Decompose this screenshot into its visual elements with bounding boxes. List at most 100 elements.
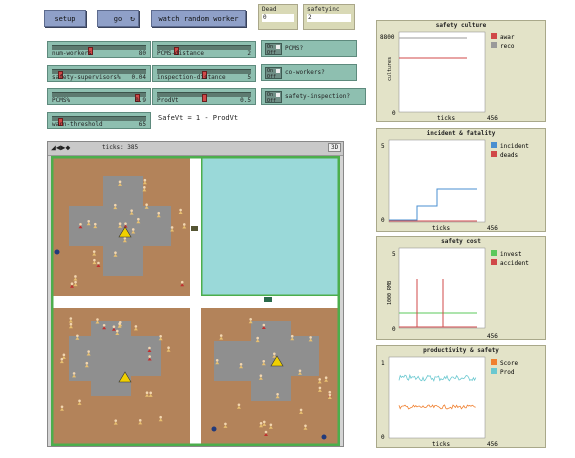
switch-off-label: Off [267,74,277,80]
slider-value: 0.9 [135,97,146,104]
slider-safety-supervisors[interactable]: safety-supervisors% 0.04 [47,65,151,82]
xmax-label: 456 [487,441,498,448]
watch-label: watch random worker [158,15,239,23]
xmax-label: 456 [487,225,498,232]
ymax-label: 5 [392,251,396,258]
switch-off-label: Off [267,50,277,56]
plot-area [398,31,486,113]
road-vertical-lower [190,308,201,446]
plot-area [388,139,486,223]
switch-handle[interactable] [276,45,280,49]
switch-off-label: Off [267,98,277,104]
legend-swatch [491,142,497,148]
ymin-label: 0 [381,217,385,224]
slider-value: 65 [138,121,146,128]
worker-icon [321,434,327,440]
legend-label: Prod [500,369,515,376]
slider-value: 80 [138,50,146,57]
legend-label: accident [500,260,529,267]
switch-handle[interactable] [276,93,280,97]
road-horizontal [51,296,340,308]
legend-swatch [491,368,497,374]
legend-label: reco [500,43,515,50]
slider-value: 0.5 [240,97,251,104]
monitor-safetyinc: safetyinc 2 [303,4,355,30]
vehicle-icon [191,226,198,231]
watch-random-worker-button[interactable]: watch random worker [151,10,246,27]
slider-knob[interactable] [202,94,207,102]
vehicle-icon [264,297,272,302]
xmax-label: 456 [487,115,498,122]
world-canvas[interactable] [51,156,340,446]
slider-value: 5 [247,74,251,81]
slider-label: PCMS-distance [157,50,204,57]
view-toolbar: ◢◀▶◆ ticks: 385 3D [48,142,343,156]
go-label: go [113,15,123,23]
legend-label: invest [500,251,522,258]
switch-co-workers[interactable]: On Off co-workers? [261,64,357,81]
water-area [201,156,340,296]
monitor-safetyinc-value: 2 [307,14,351,22]
switch-toggle[interactable]: On Off [265,67,282,80]
slider-value: 2 [247,50,251,57]
legend-swatch [491,42,497,48]
world-view[interactable]: ◢◀▶◆ ticks: 385 3D [47,141,344,447]
switch-toggle[interactable]: On Off [265,91,282,104]
monitor-dead-title: Dead [262,6,277,13]
switch-handle[interactable] [276,69,280,73]
plot-area [388,356,486,439]
ymin-label: 0 [392,110,396,117]
switch-safety-inspection[interactable]: On Off safety-inspection? [261,88,366,105]
plot-area [398,247,486,329]
legend-swatch [491,33,497,39]
legend-label: Score [500,360,518,367]
xlabel: ticks [432,441,450,448]
ymax-label: 1 [381,360,385,367]
slider-num-workers[interactable]: num-workers 80 [47,41,151,58]
monitor-safetyinc-title: safetyinc [307,6,340,13]
slider-label: warn-threshold [52,121,103,128]
setup-label: setup [54,15,76,23]
ticks-readout: ticks: 385 [102,144,139,151]
worker-icon [211,426,217,432]
slider-pcms-distance[interactable]: PCMS-distance 2 [152,41,256,58]
plot-incident-fatality: incident & fatality 5 0 ticks 456 incide… [376,128,546,232]
plot-safety-culture: safety culture cultures 8800 0 ticks 456… [376,20,546,122]
xmax-label: 456 [487,333,498,340]
slider-pcms-percent[interactable]: PCMS% 0.9 [47,88,151,105]
setup-button[interactable]: setup [44,10,86,27]
slider-warn-threshold[interactable]: warn-threshold 65 [47,112,151,129]
view-3d-button[interactable]: 3D [328,143,342,152]
slider-prodvt[interactable]: ProdVt 0.5 [152,88,256,105]
switch-pcms[interactable]: On Off PCMS? [261,40,357,57]
monitor-dead-value: 0 [262,14,294,22]
xlabel: ticks [432,225,450,232]
ymax-label: 5 [381,143,385,150]
legend-label: awar [500,34,515,41]
slider-inspection-distance[interactable]: inspection-distance 5 [152,65,256,82]
ymin-label: 0 [381,434,385,441]
slider-value: 0.04 [131,74,146,81]
ylabel: 1000 RMB [387,281,393,305]
switch-label: PCMS? [285,45,304,52]
legend-swatch [491,359,497,365]
plot-safety-cost: safety cost 1000 RMB 5 0 456 invest acci… [376,236,546,340]
switch-toggle[interactable]: On Off [265,43,282,56]
legend-label: deads [500,152,518,159]
slider-label: PCMS% [52,97,71,104]
slider-label: safety-supervisors% [52,74,121,81]
slider-label: inspection-distance [157,74,226,81]
ymax-label: 8800 [380,34,395,41]
legend-label: incident [500,143,529,150]
safevt-note: SafeVt = 1 - ProdVt [158,114,239,122]
switch-label: safety-inspection? [285,93,351,100]
switch-label: co-workers? [285,69,325,76]
slider-label: num-workers [52,50,92,57]
go-button[interactable]: go ↻ [97,10,139,27]
legend-swatch [491,151,497,157]
worker-icon [54,249,60,255]
view-controls-icon[interactable]: ◢◀▶◆ [51,143,70,152]
legend-swatch [491,259,497,265]
xlabel: ticks [437,115,455,122]
slider-label: ProdVt [157,97,179,104]
